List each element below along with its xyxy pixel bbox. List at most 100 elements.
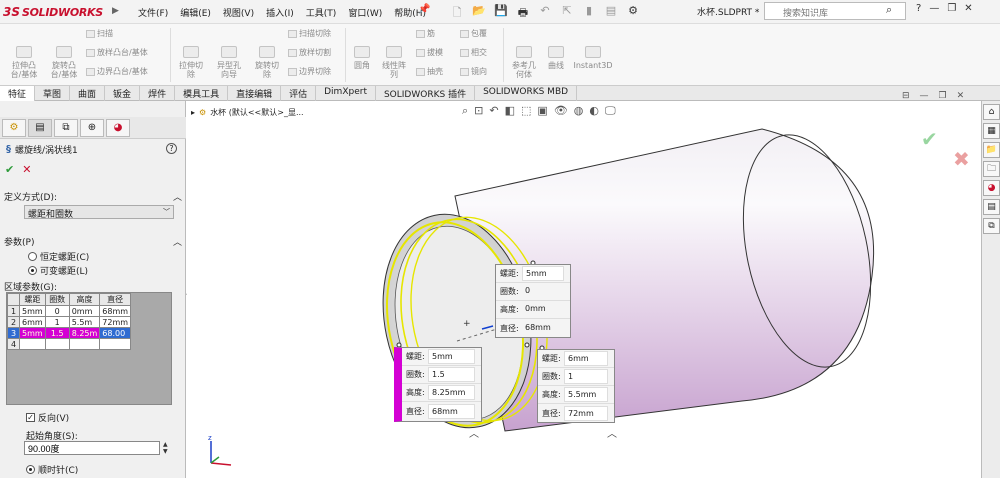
- table-cell[interactable]: [44, 338, 70, 350]
- viewport-close-icon[interactable]: ✕: [957, 91, 965, 101]
- tab-mbd[interactable]: SOLIDWORKS MBD: [475, 86, 578, 101]
- callout-value[interactable]: 68mm: [522, 321, 564, 336]
- rib-button[interactable]: 筋: [416, 28, 435, 39]
- callout-value[interactable]: 6mm: [564, 351, 608, 366]
- table-cell[interactable]: 0mm: [68, 305, 101, 317]
- table-cell[interactable]: 8.25m: [68, 327, 101, 339]
- ok-check-icon[interactable]: ✔: [5, 163, 14, 176]
- radio-constant-pitch[interactable]: 恒定螺距(C): [28, 250, 89, 263]
- configuration-manager-tab-icon[interactable]: ⧉: [54, 119, 78, 137]
- table-cell[interactable]: 6mm: [19, 316, 46, 328]
- menu-insert[interactable]: 插入(I): [260, 4, 300, 21]
- viewport-split-icon[interactable]: ⊟: [902, 91, 910, 101]
- callout-value[interactable]: 8.25mm: [428, 385, 475, 400]
- tab-dimxpert[interactable]: DimXpert: [316, 86, 376, 101]
- radio-variable-pitch[interactable]: 可变螺距(L): [28, 264, 88, 277]
- print-icon[interactable]: 🖶: [514, 4, 532, 23]
- save-icon[interactable]: 💾: [492, 4, 510, 23]
- hide-show-items-icon[interactable]: 👁: [554, 104, 568, 118]
- swept-cut-button[interactable]: 扫描切除: [288, 28, 331, 39]
- restore-icon[interactable]: ❐: [947, 3, 956, 14]
- appearances-icon[interactable]: ▤: [983, 199, 1000, 215]
- tab-sheet-metal[interactable]: 钣金: [105, 86, 141, 101]
- reference-geometry-button[interactable]: 参考几 何体: [507, 46, 541, 79]
- new-document-icon[interactable]: 🗋: [448, 4, 466, 23]
- design-library-icon[interactable]: 📁: [983, 142, 1000, 158]
- revolve-boss-button[interactable]: 旋转凸 台/基体: [46, 46, 82, 79]
- minimize-icon[interactable]: —: [929, 3, 939, 14]
- draft-button[interactable]: 拔模: [416, 47, 443, 58]
- callout-value[interactable]: 5mm: [522, 266, 564, 281]
- chevron-up-icon[interactable]: ︿: [607, 429, 617, 440]
- home-icon[interactable]: ⌂: [983, 104, 1000, 120]
- menu-view[interactable]: 视图(V): [217, 4, 260, 21]
- callout-value[interactable]: 0: [522, 284, 564, 299]
- feature-manager-tab-icon[interactable]: ⚙: [2, 119, 26, 137]
- mirror-button[interactable]: 镜向: [460, 66, 487, 77]
- table-cell[interactable]: 1: [44, 316, 70, 328]
- custom-properties-icon[interactable]: ⧉: [983, 218, 1000, 234]
- callout-value[interactable]: 68mm: [428, 403, 475, 419]
- cancel-x-icon[interactable]: ✕: [22, 163, 31, 176]
- section-view-icon[interactable]: ◧: [505, 104, 515, 118]
- sweep-button[interactable]: 扫描: [86, 28, 113, 39]
- confirm-cancel-icon[interactable]: ✖: [953, 147, 970, 171]
- angle-spinner-icon[interactable]: ▲ ▼: [163, 441, 168, 455]
- callout-value[interactable]: 1: [564, 369, 608, 384]
- options-gear-icon[interactable]: ⚙: [624, 4, 642, 23]
- definition-dropdown[interactable]: 螺距和圈数 ﹀: [24, 205, 174, 220]
- menu-edit[interactable]: 编辑(E): [174, 4, 217, 21]
- callout-handle[interactable]: [524, 342, 530, 348]
- curves-button[interactable]: 曲线: [543, 46, 569, 70]
- zoom-to-area-icon[interactable]: ⊡: [474, 104, 483, 118]
- linear-pattern-button[interactable]: 线性阵 列: [377, 46, 411, 79]
- callout-value[interactable]: 5.5mm: [564, 387, 608, 402]
- select-icon[interactable]: ⇱: [558, 4, 576, 23]
- intersect-button[interactable]: 相交: [460, 47, 487, 58]
- hole-wizard-button[interactable]: 异型孔 向导: [210, 46, 248, 79]
- file-explorer-icon[interactable]: 🗀: [983, 161, 1000, 177]
- tab-direct-editing[interactable]: 直接编辑: [228, 86, 282, 101]
- callout-value[interactable]: 72mm: [564, 405, 608, 421]
- dimxpert-manager-tab-icon[interactable]: ⊕: [80, 119, 104, 137]
- breadcrumb-text[interactable]: 水杯 (默认<<默认>_显...: [210, 107, 303, 118]
- table-cell[interactable]: 1.5: [44, 327, 70, 339]
- logo-expand-arrow-icon[interactable]: ▶: [112, 6, 119, 16]
- confirm-check-icon[interactable]: ✔: [921, 127, 938, 151]
- extrude-cut-button[interactable]: 拉伸切 除: [174, 46, 208, 79]
- lofted-cut-button[interactable]: 放样切割: [288, 47, 331, 58]
- previous-view-icon[interactable]: ↶: [489, 104, 498, 118]
- definition-group-label[interactable]: 定义方式(D):: [4, 190, 57, 203]
- start-angle-input[interactable]: [24, 441, 160, 455]
- tab-features[interactable]: 特征: [0, 86, 36, 101]
- boundary-boss-button[interactable]: 边界凸台/基体: [86, 66, 148, 77]
- table-cell[interactable]: [99, 338, 132, 350]
- wrap-button[interactable]: 包覆: [460, 28, 487, 39]
- instant3d-button[interactable]: Instant3D: [572, 46, 614, 70]
- tab-mold-tools[interactable]: 模具工具: [175, 86, 229, 101]
- collapse-chevron-icon[interactable]: ︿: [173, 190, 182, 203]
- viewport-restore-icon[interactable]: ❐: [939, 91, 947, 101]
- property-manager-tab-icon[interactable]: ▤: [28, 119, 52, 137]
- radio-clockwise[interactable]: 顺时针(C): [26, 463, 78, 476]
- table-cell[interactable]: 0: [44, 305, 70, 317]
- display-style-icon[interactable]: ▣: [537, 104, 547, 118]
- reverse-checkbox[interactable]: ✓ 反向(V): [26, 411, 69, 424]
- zoom-to-fit-icon[interactable]: ⌕: [462, 104, 468, 118]
- table-cell[interactable]: [19, 338, 46, 350]
- parameters-group-label[interactable]: 参数(P): [4, 235, 34, 248]
- boundary-cut-button[interactable]: 边界切除: [288, 66, 331, 77]
- search-icon[interactable]: ⌕: [886, 3, 892, 17]
- tab-evaluate[interactable]: 评估: [281, 86, 317, 101]
- menu-tools[interactable]: 工具(T): [300, 4, 343, 21]
- region-callout-2[interactable]: 螺距: 5mm 圈数: 1.5 高度: 8.25mm 直径: 68mm: [394, 347, 482, 422]
- tab-weldments[interactable]: 焊件: [140, 86, 176, 101]
- table-cell[interactable]: 72mm: [99, 316, 132, 328]
- table-cell[interactable]: [68, 338, 101, 350]
- table-cell[interactable]: 5.5m: [68, 316, 101, 328]
- view-palette-icon[interactable]: ◕: [983, 180, 1000, 196]
- collapse-chevron-icon[interactable]: ︿: [173, 235, 182, 248]
- callout-value[interactable]: 1.5: [428, 367, 475, 382]
- region-callout-1[interactable]: 螺距: 5mm 圈数: 0 高度: 0mm 直径: 68mm: [495, 264, 571, 338]
- scene-icon[interactable]: ◐: [589, 104, 599, 118]
